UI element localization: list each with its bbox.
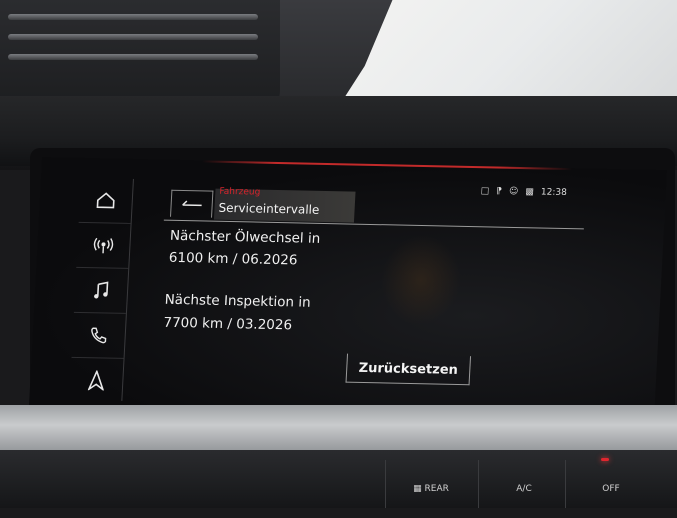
sidebar-item-radio[interactable] [76,223,130,269]
phone-icon [89,326,108,344]
ac-button[interactable]: A/C [478,460,569,508]
sidebar-item-media[interactable] [74,268,128,314]
sidebar-item-phone[interactable] [72,313,126,359]
inspection-value: 7700 km / 03.2026 [163,315,292,334]
page-title: Serviceintervalle [218,201,320,217]
sidebar [69,178,134,401]
off-button[interactable]: OFF [565,460,656,508]
ac-label: A/C [516,484,531,494]
signal-icon: ▩ [525,187,534,197]
inspection-label: Nächste Inspektion in [164,292,311,311]
off-label: OFF [602,484,619,494]
bluetooth-icon: ⁋ [496,187,502,197]
silver-trim [0,405,677,455]
light-reflection [379,234,464,326]
breadcrumb: Fahrzeug [219,187,260,198]
reset-button[interactable]: Zurücksetzen [346,354,472,386]
clock: 12:38 [541,187,567,198]
rear-defrost-label: REAR [425,484,449,494]
infotainment-screen: Fahrzeug Serviceintervalle □ ⁋ ☺ ▩ 12:38… [29,157,667,420]
navigation-icon [88,370,105,390]
oil-change-value: 6100 km / 06.2026 [168,250,297,269]
sidebar-item-navigation[interactable] [69,358,123,403]
sidebar-item-home[interactable] [79,178,133,224]
back-arrow-icon [179,199,204,210]
status-bar: □ ⁋ ☺ ▩ 12:38 [480,186,567,198]
back-button[interactable] [170,190,213,218]
rear-defrost-button[interactable]: ▦ REAR [385,460,476,508]
oil-change-label: Nächster Ölwechsel in [170,228,321,247]
off-indicator-led [601,458,609,461]
home-icon [95,191,116,209]
radio-icon [92,237,115,253]
message-icon: □ [480,186,489,196]
music-icon [93,281,110,299]
user-icon: ☺ [509,187,519,197]
rear-defrost-icon: ▦ [413,484,422,494]
